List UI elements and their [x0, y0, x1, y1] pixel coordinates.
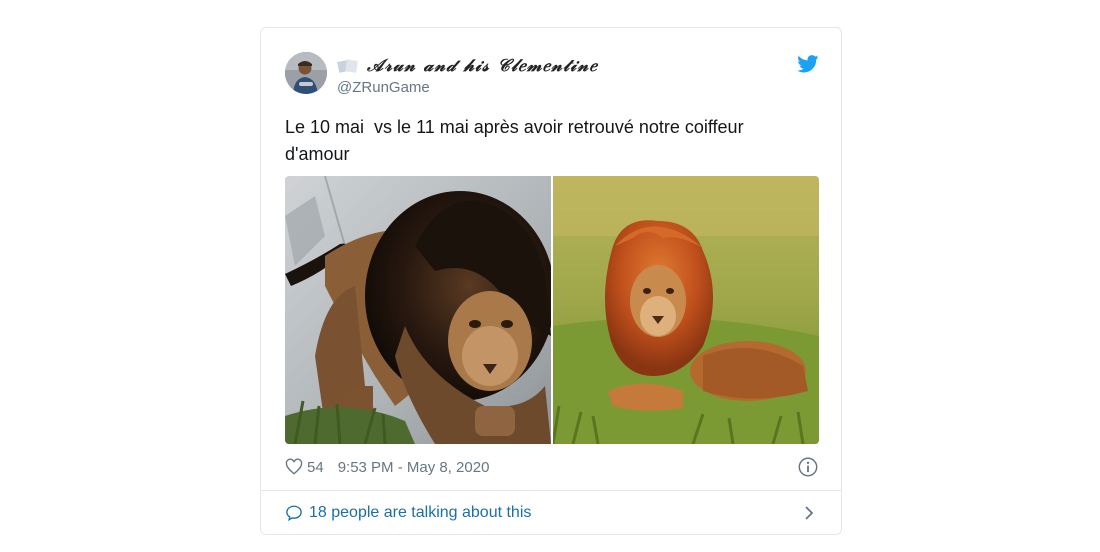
chevron-right-icon[interactable] — [803, 505, 815, 521]
document-emoji-icon — [337, 59, 358, 73]
tweet-timestamp[interactable]: 9:53 PM - May 8, 2020 — [338, 459, 490, 476]
info-circle-icon[interactable] — [797, 456, 819, 478]
tweet-media[interactable] — [285, 176, 819, 444]
twitter-bird-icon[interactable] — [797, 55, 819, 73]
embedded-tweet-card: 𝒜𝓇𝓊𝓃 𝒶𝓃𝒹 𝒽𝒾𝓈 𝒞𝓁𝑒𝓂𝑒𝓃𝓉𝒾𝓃𝑒 @ZRunGame Le 10 … — [260, 27, 842, 535]
conversation-link[interactable]: 18 people are talking about this — [261, 491, 841, 535]
heart-outline-icon[interactable] — [285, 458, 303, 476]
photo-lion-dark-mane[interactable] — [285, 176, 551, 444]
speech-bubble-icon — [286, 505, 302, 522]
photo-lion-red-hair[interactable] — [553, 176, 819, 444]
avatar[interactable] — [285, 52, 327, 94]
display-name[interactable]: 𝒜𝓇𝓊𝓃 𝒶𝓃𝒹 𝒽𝒾𝓈 𝒞𝓁𝑒𝓂𝑒𝓃𝓉𝒾𝓃𝑒 — [337, 54, 598, 78]
tweet-meta: 54 9:53 PM - May 8, 2020 — [285, 456, 489, 478]
display-name-text: 𝒜𝓇𝓊𝓃 𝒶𝓃𝒹 𝒽𝒾𝓈 𝒞𝓁𝑒𝓂𝑒𝓃𝓉𝒾𝓃𝑒 — [367, 56, 598, 76]
tweet-text: Le 10 mai vs le 11 mai après avoir retro… — [285, 117, 749, 164]
user-handle[interactable]: @ZRunGame — [337, 79, 430, 96]
conversation-count-link[interactable]: 18 people are talking about this — [309, 504, 531, 522]
like-count[interactable]: 54 — [307, 459, 324, 476]
